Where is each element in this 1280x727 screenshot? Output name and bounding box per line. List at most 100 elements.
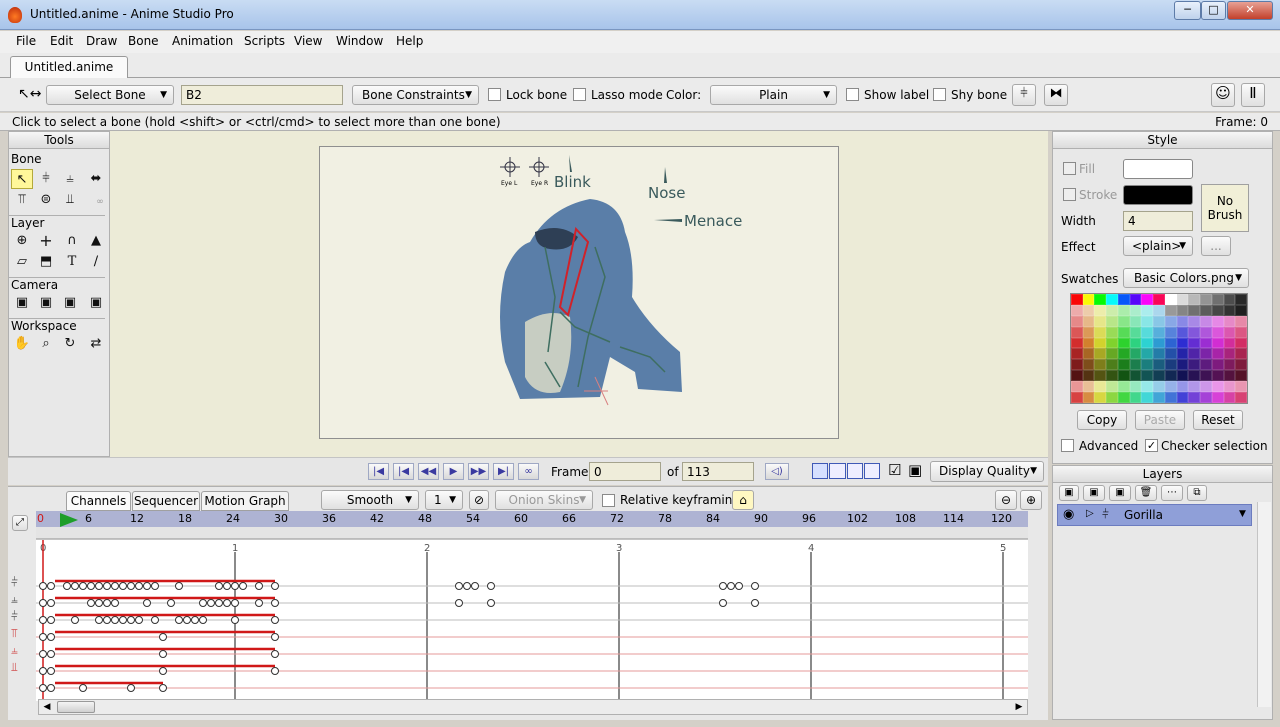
color-swatch[interactable] xyxy=(1235,370,1247,382)
channel-grid[interactable]: 012345 xyxy=(36,539,1028,702)
color-swatch[interactable] xyxy=(1071,337,1083,349)
color-swatch[interactable] xyxy=(1211,370,1224,382)
width-field[interactable]: 4 xyxy=(1123,211,1193,231)
color-swatch[interactable] xyxy=(1153,370,1165,382)
bone-constraints-dropdown[interactable]: Bone Constraints xyxy=(352,85,479,105)
color-swatch[interactable] xyxy=(1211,304,1224,316)
color-swatch[interactable] xyxy=(1094,392,1107,403)
color-swatch[interactable] xyxy=(1141,381,1154,393)
color-swatch[interactable] xyxy=(1235,359,1247,371)
color-swatch[interactable] xyxy=(1117,359,1130,371)
color-swatch[interactable] xyxy=(1129,315,1142,327)
color-swatch[interactable] xyxy=(1164,392,1177,403)
color-swatch[interactable] xyxy=(1188,392,1201,403)
lasso-mode-checkbox[interactable] xyxy=(573,88,586,101)
color-swatch[interactable] xyxy=(1094,315,1107,327)
color-swatch[interactable] xyxy=(1200,392,1212,403)
color-swatch[interactable] xyxy=(1141,370,1154,382)
color-swatch[interactable] xyxy=(1071,392,1083,403)
reset-button[interactable]: Reset xyxy=(1193,410,1243,430)
new-group-icon[interactable]: ▣ xyxy=(1083,485,1105,501)
fill-color-swatch[interactable] xyxy=(1123,159,1193,179)
play-icon[interactable]: ▶ xyxy=(443,463,464,480)
color-swatch[interactable] xyxy=(1200,315,1212,327)
loop-icon[interactable]: ∞ xyxy=(518,463,539,480)
scale-layer-tool-icon[interactable]: ▲ xyxy=(85,231,107,251)
color-swatch[interactable] xyxy=(1223,392,1236,403)
copy-button[interactable]: Copy xyxy=(1077,410,1127,430)
menu-bone[interactable]: Bone xyxy=(128,34,159,48)
color-swatch[interactable] xyxy=(1164,304,1177,316)
color-swatch[interactable] xyxy=(1223,381,1236,393)
color-swatch[interactable] xyxy=(1082,359,1095,371)
color-swatch[interactable] xyxy=(1153,294,1165,305)
color-swatch[interactable] xyxy=(1106,337,1118,349)
zoom-camera-tool-icon[interactable]: ▣ xyxy=(35,293,57,313)
layer-settings-icon[interactable]: ⋯ xyxy=(1161,485,1183,501)
layer-row-gorilla[interactable]: ◉ ▷ ⫩ Gorilla ▼ xyxy=(1057,504,1252,526)
expand-timeline-icon[interactable]: ⤢ xyxy=(12,515,28,531)
color-swatch[interactable] xyxy=(1141,326,1154,338)
step-back-icon[interactable]: ◀◀ xyxy=(418,463,439,480)
show-label-checkbox[interactable] xyxy=(846,88,859,101)
bone-flip-icon[interactable]: ⧓ xyxy=(1044,84,1068,106)
effect-more-button[interactable]: ... xyxy=(1201,236,1231,256)
color-swatch[interactable] xyxy=(1188,326,1201,338)
color-swatch[interactable] xyxy=(1071,315,1083,327)
translate-layer-tool-icon[interactable]: + xyxy=(35,231,57,251)
color-swatch[interactable] xyxy=(1153,348,1165,360)
color-swatch[interactable] xyxy=(1117,294,1130,305)
color-swatch[interactable] xyxy=(1188,359,1201,371)
color-swatch[interactable] xyxy=(1188,315,1201,327)
color-swatch[interactable] xyxy=(1153,304,1165,316)
frame-ruler[interactable]: 0 6 12 18 24 30 36 42 48 54 60 66 72 78 84 90 96 102 108 11… xyxy=(36,511,1028,527)
translate-bone-tool-icon[interactable]: ⫩ xyxy=(35,169,57,189)
zoom-in-timeline-icon[interactable]: ⊕ xyxy=(1020,490,1042,510)
track-camera-tool-icon[interactable]: ▣ xyxy=(11,293,33,313)
color-swatch[interactable] xyxy=(1188,294,1201,305)
color-swatch[interactable] xyxy=(1082,348,1095,360)
sound-icon[interactable]: ◁) xyxy=(765,463,789,480)
color-swatch[interactable] xyxy=(1211,337,1224,349)
interval-dropdown[interactable]: 1 xyxy=(425,490,463,510)
color-swatch[interactable] xyxy=(1071,381,1083,393)
color-swatch[interactable] xyxy=(1106,392,1118,403)
stroke-color-swatch[interactable] xyxy=(1123,185,1193,205)
step-forward-icon[interactable]: ▶▶ xyxy=(468,463,489,480)
duplicate-layer-icon[interactable]: ⧉ xyxy=(1187,485,1207,501)
visibility-eye-icon[interactable]: ◉ xyxy=(1063,507,1074,522)
scale-bone-tool-icon[interactable]: ⫨ xyxy=(59,169,81,189)
color-swatch[interactable] xyxy=(1211,315,1224,327)
color-swatch[interactable] xyxy=(1223,359,1236,371)
expand-arrow-icon[interactable]: ▷ xyxy=(1086,508,1094,519)
color-swatch[interactable] xyxy=(1094,370,1107,382)
scroll-right-icon[interactable]: ▶ xyxy=(1011,700,1027,714)
triple-view-icon[interactable] xyxy=(846,463,863,479)
color-swatch[interactable] xyxy=(1106,370,1118,382)
rewind-start-icon[interactable]: |◀ xyxy=(368,463,389,480)
color-swatch[interactable] xyxy=(1223,337,1236,349)
color-swatch[interactable] xyxy=(1094,337,1107,349)
color-swatches[interactable] xyxy=(1070,293,1248,404)
color-swatch[interactable] xyxy=(1129,359,1142,371)
playhead-play-icon[interactable] xyxy=(58,512,80,528)
stroke-checkbox[interactable] xyxy=(1063,188,1076,201)
color-swatch[interactable] xyxy=(1117,337,1130,349)
layer-menu-arrow-icon[interactable]: ▼ xyxy=(1239,509,1246,519)
layers-scrollbar[interactable] xyxy=(1257,502,1271,707)
color-dropdown[interactable]: Plain xyxy=(710,85,837,105)
rotate-workspace-tool-icon[interactable]: ↻ xyxy=(59,334,81,354)
color-swatch[interactable] xyxy=(1071,304,1083,316)
bone-strength-icon[interactable]: ⫩ xyxy=(1012,84,1036,106)
color-swatch[interactable] xyxy=(1129,392,1142,403)
color-swatch[interactable] xyxy=(1223,315,1236,327)
stage[interactable]: Eye L Eye R Blink Nose Menace xyxy=(319,146,839,439)
color-swatch[interactable] xyxy=(1176,304,1189,316)
color-swatch[interactable] xyxy=(1188,370,1201,382)
color-swatch[interactable] xyxy=(1082,381,1095,393)
new-layer-icon[interactable]: ▣ xyxy=(1059,485,1079,501)
color-swatch[interactable] xyxy=(1106,359,1118,371)
color-swatch[interactable] xyxy=(1164,315,1177,327)
color-swatch[interactable] xyxy=(1211,392,1224,403)
zoom-out-timeline-icon[interactable]: ⊖ xyxy=(995,490,1017,510)
